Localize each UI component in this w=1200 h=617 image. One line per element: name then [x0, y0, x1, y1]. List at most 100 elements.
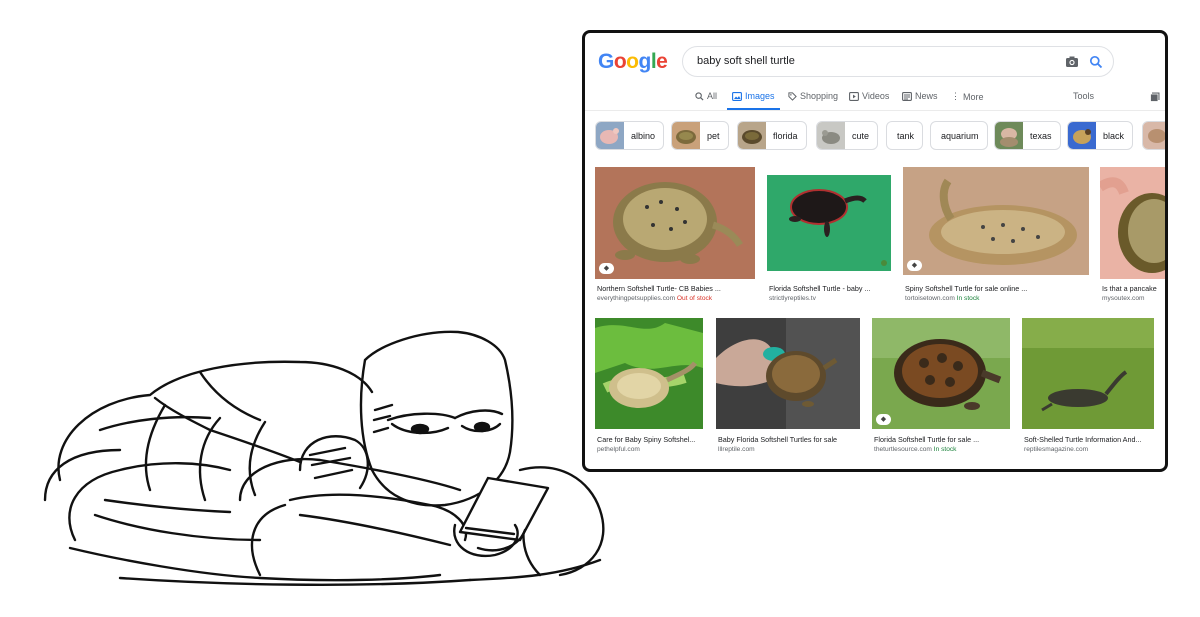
search-icon[interactable] [1089, 55, 1103, 69]
active-tab-indicator [727, 108, 780, 110]
chip-texas[interactable]: texas [994, 121, 1061, 150]
chip-label: florida [773, 130, 798, 141]
result-thumbnail[interactable] [716, 318, 860, 429]
tab-shopping[interactable]: Shopping [788, 91, 838, 101]
product-tag-icon: ◆ [907, 260, 922, 271]
source-domain: strictlyreptiles.tv [769, 295, 816, 302]
result-title[interactable]: Florida Softshell Turtle - baby ... [769, 284, 891, 293]
tab-shopping-label: Shopping [800, 91, 839, 101]
chip-thumbnail [817, 122, 845, 149]
tools-button[interactable]: Tools [1073, 91, 1094, 101]
tab-all-label: All [707, 91, 718, 101]
chip-thumbnail [995, 122, 1023, 149]
chip-label: aquarium [941, 130, 979, 141]
image-result[interactable]: Soft-Shelled Turtle Information And... r… [1022, 318, 1165, 453]
tab-news[interactable]: News [902, 91, 938, 101]
source-domain: mysoutex.com [1102, 295, 1145, 302]
tab-news-label: News [915, 91, 938, 101]
result-thumbnail[interactable] [595, 318, 703, 429]
turtle-photo [1022, 318, 1154, 429]
chip-albino[interactable]: albino [595, 121, 665, 150]
search-tabs: All Images Shopping Videos News ⋮ More T… [585, 85, 1165, 111]
result-title[interactable]: Florida Softshell Turtle for sale ... [874, 435, 1012, 444]
tab-more[interactable]: ⋮ More [951, 91, 984, 102]
tab-all[interactable]: All [695, 91, 717, 101]
image-search-panel: Google baby soft shell turtle All Images… [582, 30, 1168, 472]
tab-images[interactable]: Images [732, 91, 775, 101]
image-result[interactable]: ◆ Florida Softshell Turtle for sale ... … [872, 318, 1012, 453]
more-vert-icon: ⋮ [951, 91, 960, 101]
chip-tank[interactable]: tank [886, 121, 924, 150]
result-title[interactable]: Spiny Softshell Turtle for sale online .… [905, 284, 1089, 293]
stock-status: In stock [956, 295, 980, 302]
source-domain: pethelpful.com [597, 446, 640, 453]
image-result[interactable]: Is that a pancake mysoutex.com [1100, 167, 1165, 302]
chip-next[interactable] [1142, 121, 1165, 150]
chip-label: texas [1030, 130, 1052, 141]
newspaper-icon [902, 91, 912, 101]
chip-label: pet [707, 130, 720, 141]
logo-letter: e [656, 50, 668, 73]
turtle-photo [595, 167, 755, 279]
result-title[interactable]: Northern Softshell Turtle- CB Babies ... [597, 284, 757, 293]
chip-label: cute [852, 130, 870, 141]
source-domain: theturtlesource.com [874, 446, 932, 453]
result-title[interactable]: Baby Florida Softshell Turtles for sale [718, 435, 862, 444]
source-domain: everythingpetsupplies.com [597, 295, 676, 302]
search-input[interactable]: baby soft shell turtle [697, 55, 795, 67]
image-result[interactable]: Care for Baby Spiny Softshel... pethelpf… [595, 318, 705, 453]
result-thumbnail[interactable]: ◆ [872, 318, 1010, 429]
source-domain: reptilesmagazine.com [1024, 446, 1089, 453]
logo-letter: o [613, 50, 627, 73]
image-result[interactable]: ◆ Spiny Softshell Turtle for sale online… [903, 167, 1089, 302]
chip-thumbnail [672, 122, 700, 149]
camera-icon[interactable] [1065, 55, 1079, 69]
result-title[interactable]: Is that a pancake [1102, 284, 1165, 293]
result-title[interactable]: Care for Baby Spiny Softshel... [597, 435, 705, 444]
collections-icon[interactable] [1150, 92, 1160, 102]
image-result[interactable]: Baby Florida Softshell Turtles for sale … [716, 318, 862, 453]
search-icon [695, 91, 704, 101]
source-domain: lllreptile.com [718, 446, 755, 453]
tab-videos[interactable]: Videos [849, 91, 889, 101]
google-logo[interactable]: Google [598, 50, 668, 74]
chip-black[interactable]: black [1067, 121, 1134, 150]
result-thumbnail[interactable] [1022, 318, 1154, 429]
tab-images-label: Images [745, 91, 775, 101]
result-source: pethelpful.com [597, 446, 640, 453]
result-thumbnail[interactable] [767, 167, 891, 279]
tab-videos-label: Videos [862, 91, 890, 101]
result-source: lllreptile.com [718, 446, 755, 453]
chip-florida[interactable]: florida [737, 121, 807, 150]
search-bar[interactable]: baby soft shell turtle [682, 46, 1114, 77]
product-tag-icon: ◆ [599, 263, 614, 274]
chip-aquarium[interactable]: aquarium [930, 121, 988, 150]
result-thumbnail[interactable]: ◆ [595, 167, 755, 279]
tab-more-label: More [963, 91, 984, 102]
image-result[interactable]: Florida Softshell Turtle - baby ... stri… [767, 167, 892, 302]
video-icon [849, 91, 859, 101]
product-tag-icon: ◆ [876, 414, 891, 425]
turtle-photo [595, 318, 703, 429]
result-source: theturtlesource.com In stock [874, 446, 956, 453]
chip-thumbnail [596, 122, 624, 149]
result-source: strictlyreptiles.tv [769, 295, 816, 302]
logo-letter: o [626, 50, 639, 73]
chip-thumbnail [1068, 122, 1096, 149]
result-title[interactable]: Soft-Shelled Turtle Information And... [1024, 435, 1165, 444]
chip-cute[interactable]: cute [816, 121, 879, 150]
related-search-chips: albino pet florida cute tank aquarium te… [585, 121, 1165, 151]
chip-pet[interactable]: pet [671, 121, 729, 150]
stock-status: Out of stock [676, 295, 713, 302]
turtle-photo [903, 167, 1089, 275]
result-source: everythingpetsupplies.com Out of stock [597, 295, 712, 302]
chip-label: black [1103, 130, 1125, 141]
result-thumbnail[interactable]: ◆ [903, 167, 1089, 275]
image-icon [732, 91, 742, 101]
result-thumbnail[interactable] [1100, 167, 1165, 279]
chip-label: tank [897, 130, 915, 141]
result-source: mysoutex.com [1102, 295, 1145, 302]
chip-thumbnail [1143, 122, 1165, 149]
image-result[interactable]: ◆ Northern Softshell Turtle- CB Babies .… [595, 167, 757, 302]
turtle-photo [767, 167, 891, 279]
